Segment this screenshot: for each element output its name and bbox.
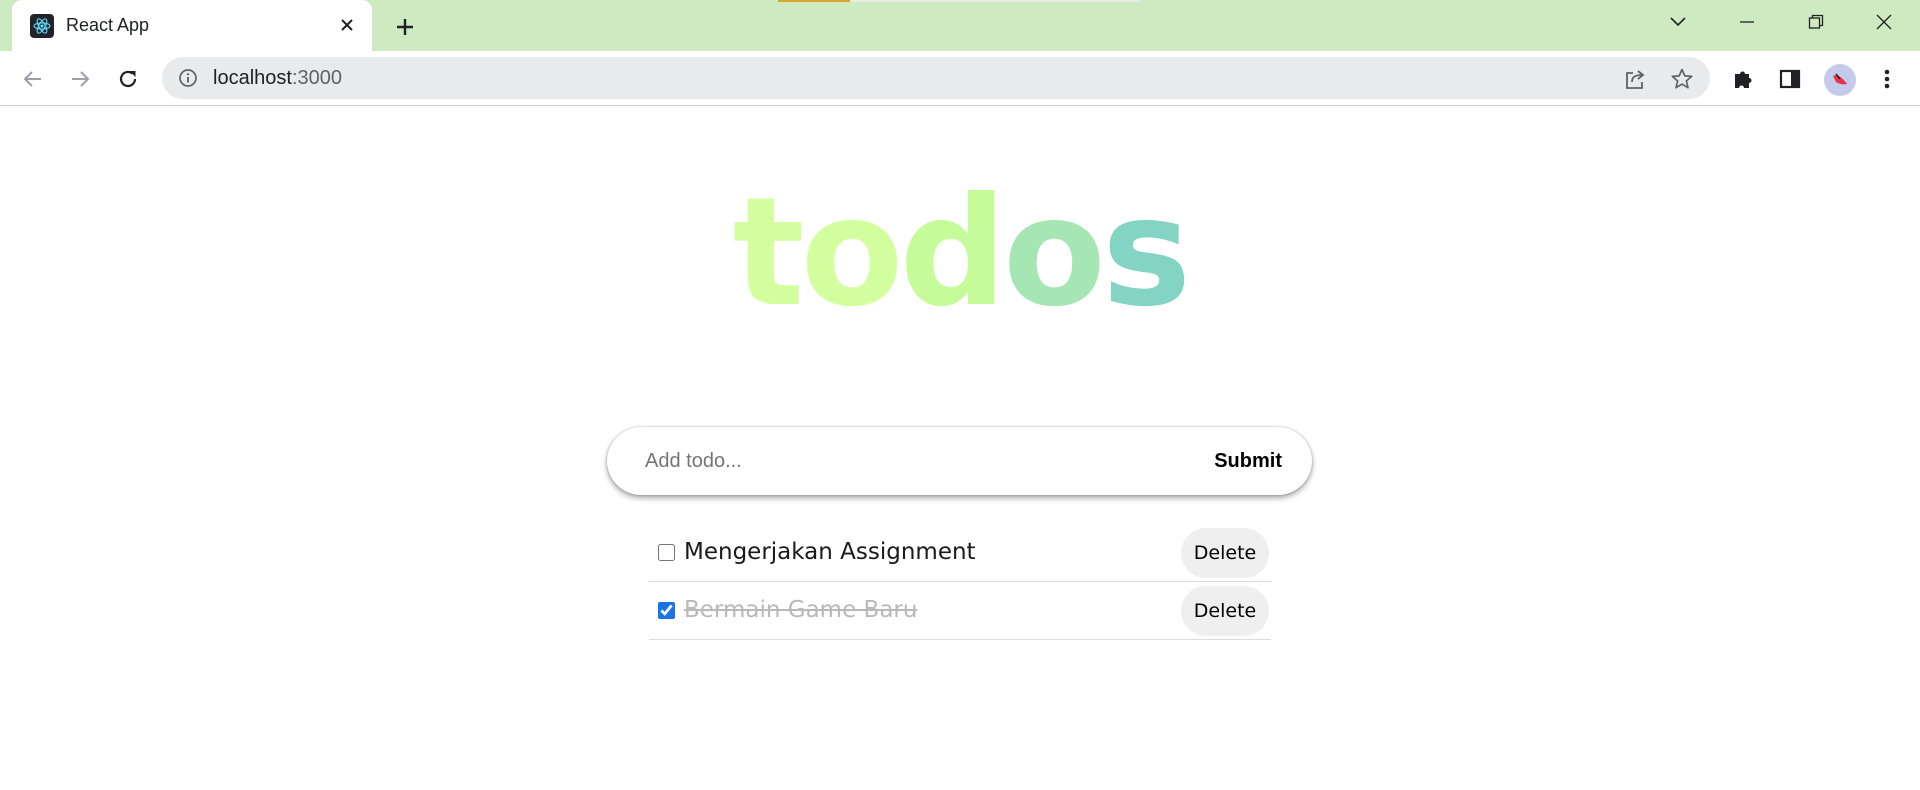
todo-checkbox[interactable] <box>658 602 675 619</box>
add-todo-form: Submit <box>607 427 1312 495</box>
logo-part: to <box>732 166 904 340</box>
browser-tab[interactable]: React App <box>12 0 372 51</box>
more-menu-icon[interactable] <box>1872 64 1902 94</box>
tabstrip-accent-light <box>850 0 1140 2</box>
todo-text: Bermain Game Baru <box>684 597 918 623</box>
todo-item: Mengerjakan Assignment Delete <box>649 524 1271 582</box>
reload-icon[interactable] <box>113 64 143 94</box>
browser-toolbar: localhost:3000 <box>0 51 1920 106</box>
url-text: localhost:3000 <box>213 67 342 90</box>
submit-button[interactable]: Submit <box>1214 447 1282 475</box>
profile-avatar[interactable] <box>1824 64 1856 96</box>
url-host: localhost <box>213 67 292 89</box>
delete-button[interactable]: Delete <box>1181 528 1269 578</box>
close-tab-icon[interactable] <box>334 12 360 38</box>
restore-icon[interactable] <box>1798 8 1834 36</box>
todo-list: Mengerjakan Assignment Delete Bermain Ga… <box>649 524 1271 640</box>
todo-text: Mengerjakan Assignment <box>684 539 976 565</box>
forward-arrow-icon[interactable] <box>65 64 95 94</box>
new-tab-icon[interactable] <box>390 12 420 42</box>
back-arrow-icon[interactable] <box>18 64 48 94</box>
url-port: :3000 <box>291 67 342 89</box>
close-window-icon[interactable] <box>1866 8 1902 36</box>
tab-title: React App <box>66 15 150 35</box>
delete-button[interactable]: Delete <box>1181 586 1269 636</box>
todos-logo: todos <box>0 178 1920 328</box>
minimize-icon[interactable] <box>1729 8 1765 36</box>
extensions-puzzle-icon[interactable] <box>1728 64 1758 94</box>
address-bar[interactable]: localhost:3000 <box>162 57 1710 99</box>
share-icon[interactable] <box>1622 66 1648 92</box>
logo-part: s <box>1101 166 1191 340</box>
logo-part: d <box>899 166 1007 340</box>
todo-item: Bermain Game Baru Delete <box>649 582 1271 640</box>
tab-search-chevron-icon[interactable] <box>1660 8 1696 36</box>
add-todo-input[interactable] <box>645 445 1165 477</box>
browser-tabstrip: React App <box>0 0 1920 51</box>
tabstrip-accent <box>778 0 850 2</box>
todo-app: todos Submit Mengerjakan Assignment Dele… <box>0 106 1920 790</box>
react-favicon-icon <box>30 14 54 38</box>
site-info-icon[interactable] <box>176 66 200 90</box>
side-panel-icon[interactable] <box>1775 64 1805 94</box>
todo-checkbox[interactable] <box>658 544 675 561</box>
logo-part: o <box>1002 166 1106 340</box>
bookmark-star-icon[interactable] <box>1669 66 1695 92</box>
